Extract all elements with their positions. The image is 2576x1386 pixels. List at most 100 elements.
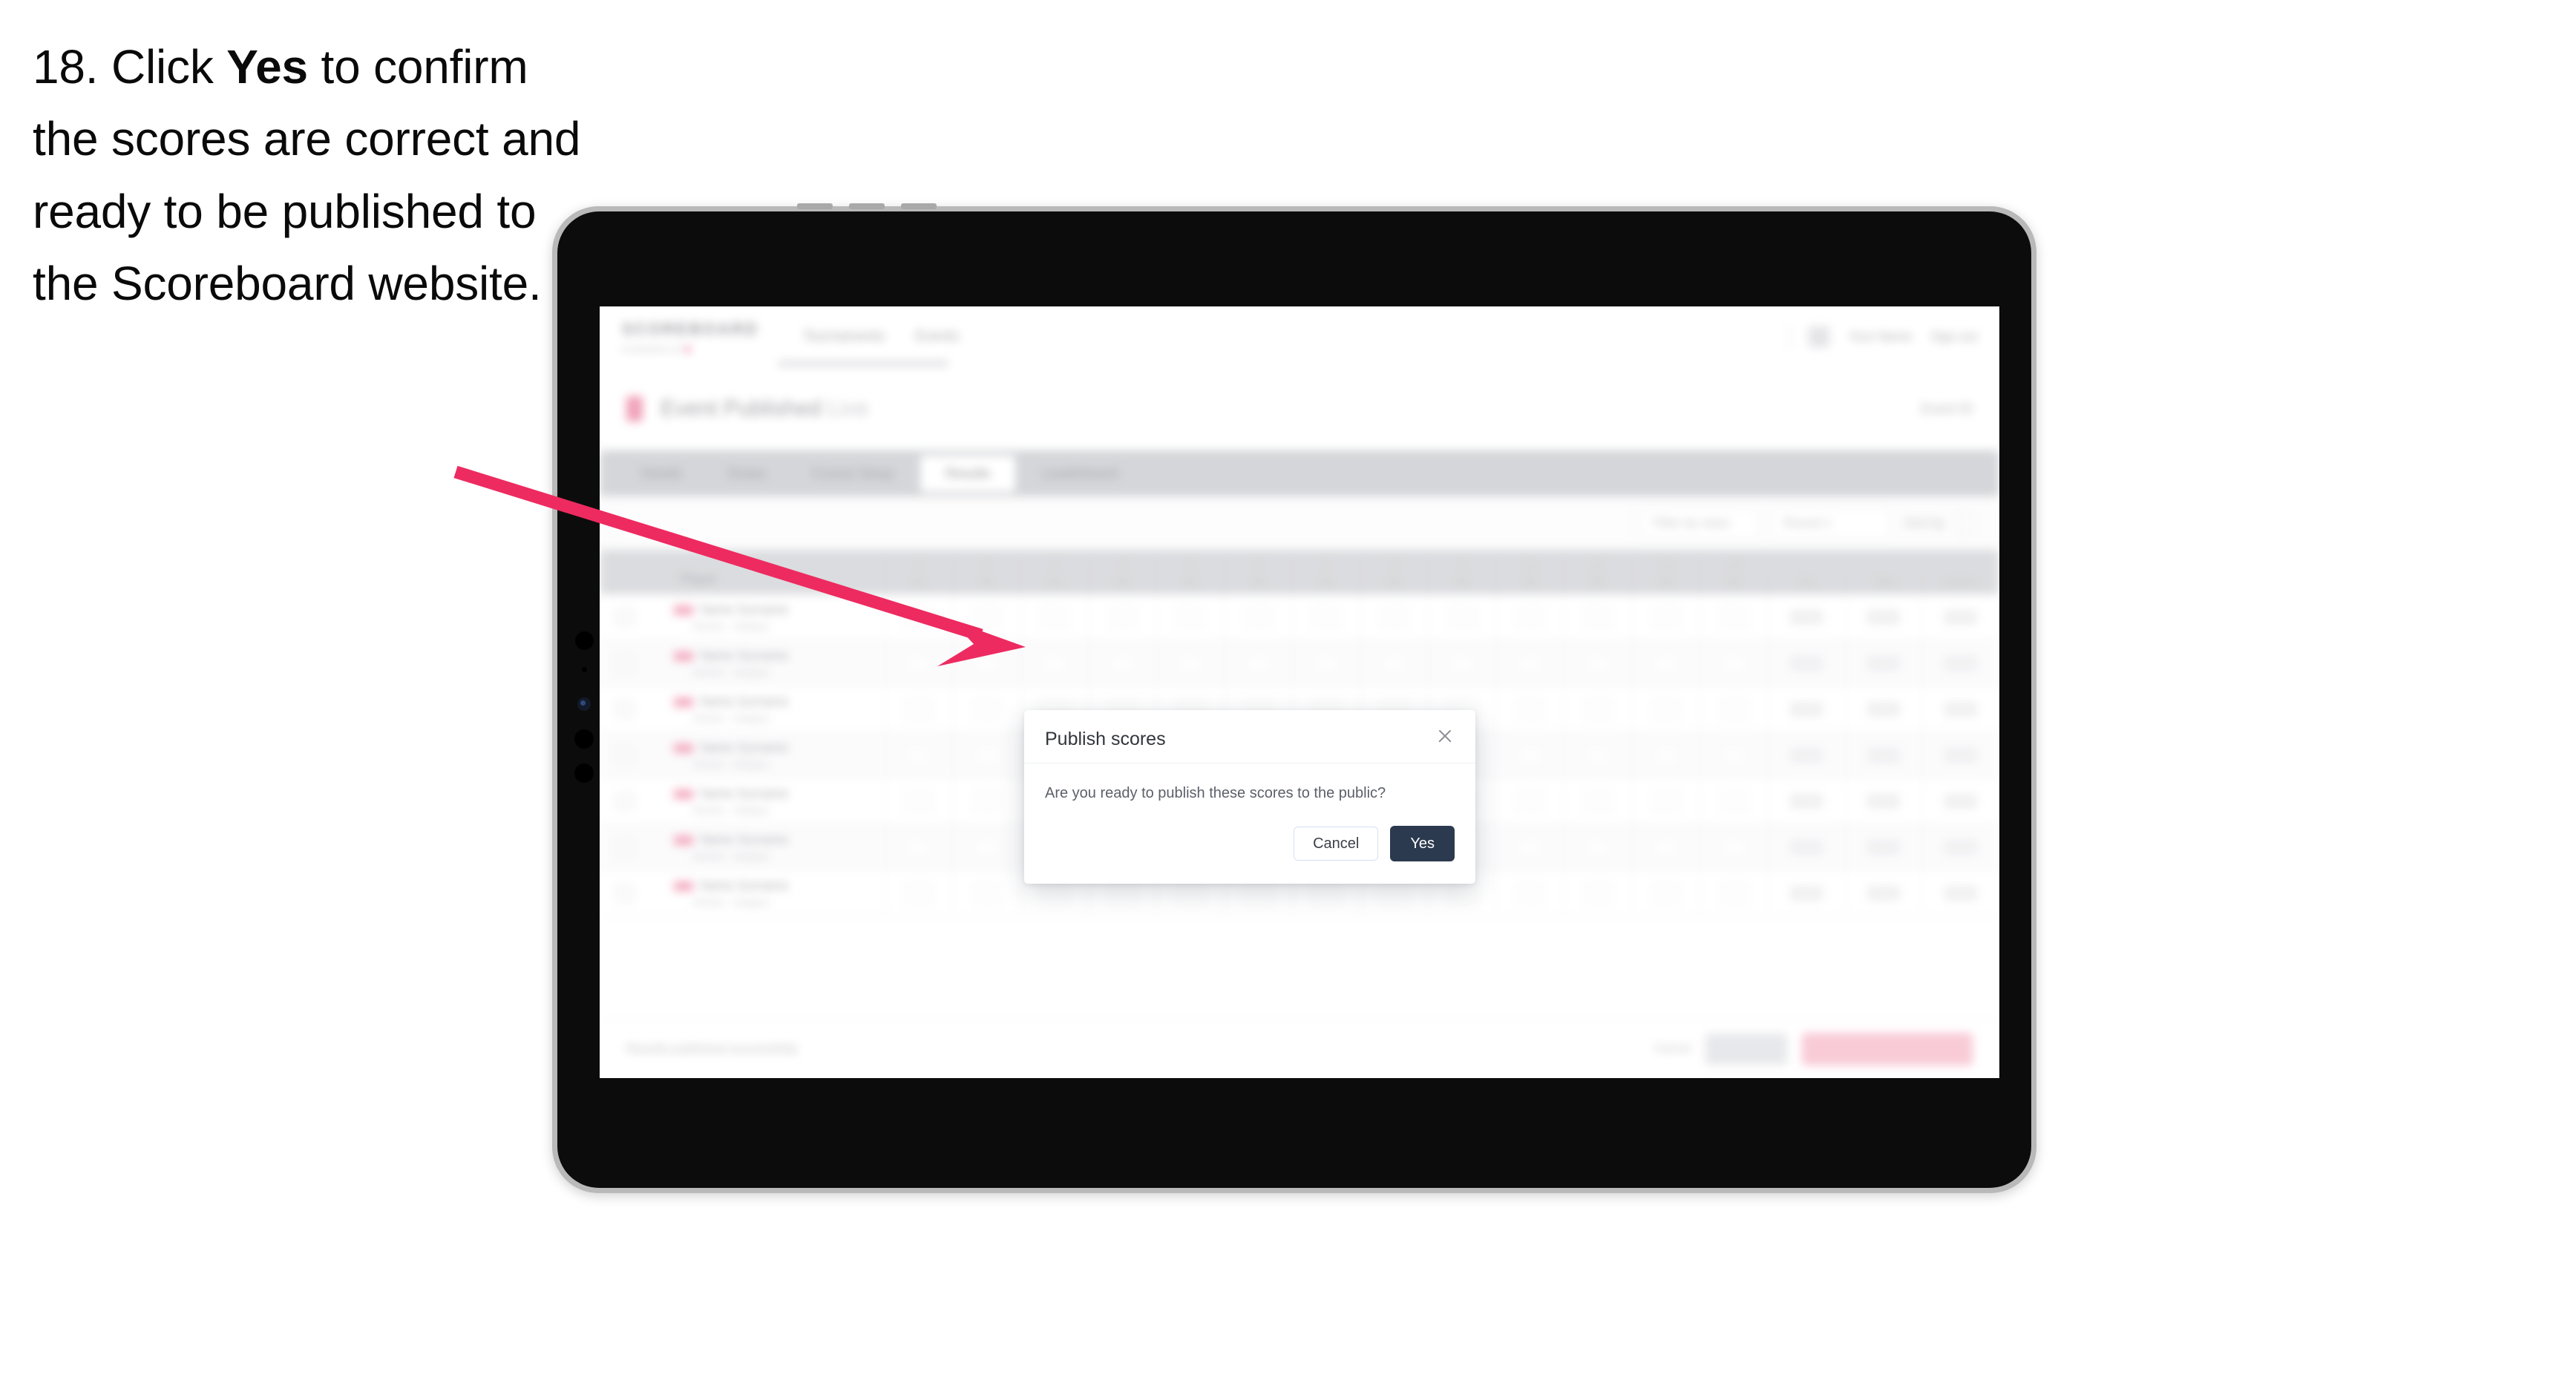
table-row[interactable]: Name Surname Division · Category	[600, 594, 1999, 640]
score-cell[interactable]	[1224, 594, 1293, 640]
nav-item-tournaments[interactable]: Tournaments	[803, 329, 885, 345]
row-actions-cell[interactable]	[1921, 594, 1999, 640]
cancel-link[interactable]: Cancel	[1654, 1042, 1691, 1056]
score-cell[interactable]	[885, 870, 953, 916]
score-cell[interactable]	[952, 640, 1021, 686]
score-cell[interactable]	[1360, 594, 1429, 640]
filter-round-select[interactable]: Round 1	[1771, 508, 1890, 539]
score-cell[interactable]	[1700, 870, 1768, 916]
score-cell[interactable]	[1631, 686, 1700, 732]
summary-cell	[1844, 594, 1922, 640]
row-checkbox[interactable]	[600, 824, 662, 870]
score-cell[interactable]	[1495, 594, 1564, 640]
score-cell[interactable]	[885, 778, 953, 824]
score-cell[interactable]	[952, 778, 1021, 824]
score-cell[interactable]	[885, 686, 953, 732]
score-cell[interactable]	[1700, 640, 1768, 686]
score-cell[interactable]	[1495, 870, 1564, 916]
score-cell[interactable]	[1564, 870, 1632, 916]
score-cell[interactable]	[952, 870, 1021, 916]
score-cell[interactable]	[1564, 640, 1632, 686]
score-cell[interactable]	[1564, 778, 1632, 824]
column-hole-7: 7 Par	[1292, 560, 1360, 594]
row-actions-cell[interactable]	[1921, 870, 1999, 916]
avatar[interactable]	[1809, 326, 1830, 347]
score-cell[interactable]	[1360, 640, 1429, 686]
tab-results[interactable]: Results	[920, 455, 1016, 492]
score-cell[interactable]	[1700, 824, 1768, 870]
score-cell[interactable]	[1088, 640, 1157, 686]
score-cell[interactable]	[1428, 640, 1496, 686]
cancel-button[interactable]: Cancel	[1294, 827, 1379, 861]
score-cell[interactable]	[1631, 640, 1700, 686]
row-checkbox[interactable]	[600, 870, 662, 916]
score-cell[interactable]	[1631, 732, 1700, 778]
row-checkbox[interactable]	[600, 686, 662, 732]
score-cell[interactable]	[1631, 778, 1700, 824]
score-cell[interactable]	[1700, 594, 1768, 640]
tab-details[interactable]: Details	[622, 457, 701, 490]
score-cell[interactable]	[1292, 594, 1360, 640]
yes-button[interactable]: Yes	[1390, 826, 1455, 861]
row-checkbox[interactable]	[600, 732, 662, 778]
score-cell[interactable]	[1495, 824, 1564, 870]
nav-item-events[interactable]: Events	[916, 329, 959, 345]
score-cell[interactable]	[1088, 594, 1157, 640]
score-cell[interactable]	[1428, 594, 1496, 640]
score-cell[interactable]	[1495, 778, 1564, 824]
sort-label[interactable]: Sort by	[1904, 516, 1944, 531]
row-actions-cell[interactable]	[1921, 824, 1999, 870]
table-row[interactable]: Name Surname Division · Category	[600, 640, 1999, 686]
sign-out-link[interactable]: Sign out	[1931, 329, 1977, 344]
score-cell[interactable]	[1292, 640, 1360, 686]
tab-draws[interactable]: Draws	[709, 457, 785, 490]
summary-cell	[1844, 640, 1922, 686]
score-cell[interactable]	[1700, 686, 1768, 732]
save-button[interactable]	[1705, 1033, 1787, 1065]
score-cell[interactable]	[1495, 686, 1564, 732]
row-checkbox[interactable]	[600, 640, 662, 686]
score-cell[interactable]	[1564, 732, 1632, 778]
score-cell[interactable]	[885, 594, 953, 640]
filter-class-select[interactable]: Filter by class	[1640, 508, 1760, 539]
publish-to-scoreboard-button[interactable]	[1802, 1032, 1973, 1065]
search-input[interactable]	[623, 508, 1629, 538]
score-cell[interactable]	[1156, 594, 1225, 640]
score-cell[interactable]	[885, 640, 953, 686]
score-cell[interactable]	[1700, 778, 1768, 824]
score-cell[interactable]	[952, 594, 1021, 640]
score-cell[interactable]	[1700, 732, 1768, 778]
tab-leaderboard[interactable]: Leaderboard	[1023, 457, 1137, 490]
row-checkbox[interactable]	[600, 778, 662, 824]
row-checkbox[interactable]	[600, 594, 662, 640]
score-cell[interactable]	[1564, 824, 1632, 870]
score-cell[interactable]	[1631, 594, 1700, 640]
score-cell[interactable]	[1495, 732, 1564, 778]
row-actions-cell[interactable]	[1921, 778, 1999, 824]
score-cell[interactable]	[1564, 686, 1632, 732]
tab-course-setup[interactable]: Course Setup	[793, 457, 913, 490]
score-cell[interactable]	[1631, 870, 1700, 916]
score-cell[interactable]	[952, 732, 1021, 778]
volume-button-2[interactable]	[849, 203, 885, 209]
close-icon[interactable]	[1435, 726, 1455, 746]
score-cell[interactable]	[952, 824, 1021, 870]
score-cell[interactable]	[952, 686, 1021, 732]
score-cell[interactable]	[885, 824, 953, 870]
row-actions-cell[interactable]	[1921, 686, 1999, 732]
score-cell[interactable]	[1631, 824, 1700, 870]
score-cell[interactable]	[1564, 594, 1632, 640]
score-cell[interactable]	[1224, 640, 1293, 686]
app-logo[interactable]: SCOREBOARD POWERED BY●	[622, 320, 758, 355]
view-toggle-icon[interactable]	[1956, 513, 1976, 533]
row-actions-cell[interactable]	[1921, 732, 1999, 778]
power-button[interactable]	[901, 203, 937, 209]
user-name-link[interactable]: Your Name	[1849, 329, 1911, 344]
score-cell[interactable]	[1020, 594, 1089, 640]
volume-button-1[interactable]	[797, 203, 833, 209]
score-cell[interactable]	[1020, 640, 1089, 686]
score-cell[interactable]	[1156, 640, 1225, 686]
row-actions-cell[interactable]	[1921, 640, 1999, 686]
score-cell[interactable]	[1495, 640, 1564, 686]
score-cell[interactable]	[885, 732, 953, 778]
